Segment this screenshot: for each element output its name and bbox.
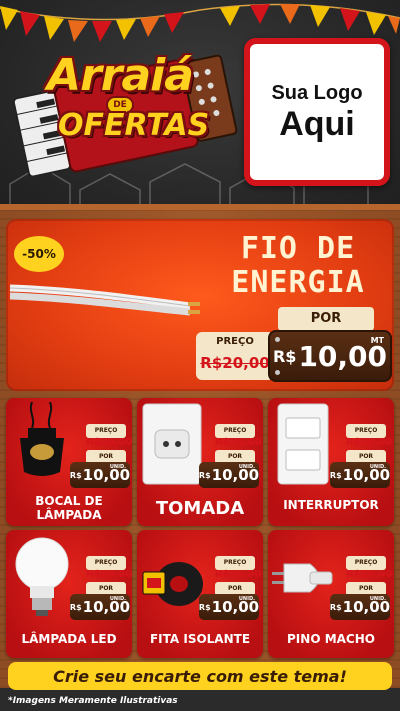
- outlet-image: [142, 403, 202, 485]
- product-card-pino-macho[interactable]: PREÇO R$20,00 POR R$ 10,00 UNID. PINO MA…: [268, 530, 394, 658]
- nail-icon: [275, 337, 280, 342]
- header-title-main: Arraiá: [47, 50, 194, 101]
- product-card-lampada-led[interactable]: PREÇO R$20,00 POR R$ 10,00 UNID. LÂMPADA…: [6, 530, 132, 658]
- product-name: LÂMPADA LED: [21, 632, 117, 646]
- price-plate: R$ 10,00 UNID.: [330, 594, 390, 620]
- featured-old-price: R$20,00: [200, 354, 270, 372]
- featured-old-price-block: PREÇO R$20,00: [196, 332, 274, 380]
- currency: R$: [69, 602, 82, 612]
- logo-text-line2: Aqui: [279, 104, 355, 143]
- electric-wire-image: [10, 284, 200, 316]
- old-price: R$20,00: [86, 437, 133, 448]
- currency: R$: [69, 470, 82, 480]
- old-price: R$20,00: [346, 569, 393, 580]
- unit: UNID.: [109, 464, 126, 470]
- currency: R$: [198, 602, 211, 612]
- product-name-line1: BOCAL DE: [35, 494, 103, 508]
- price-plate: R$ 10,00 UNID.: [330, 462, 390, 488]
- unit: UNID.: [238, 596, 255, 602]
- lamp-socket-image: [20, 402, 64, 476]
- product-card-interruptor[interactable]: PREÇO R$20,00 POR R$ 10,00 UNID. INTERRU…: [268, 398, 394, 526]
- old-price: R$20,00: [215, 437, 262, 448]
- nail-icon: [275, 370, 280, 375]
- product-name: TOMADA: [155, 498, 245, 519]
- featured-unit: MT: [370, 336, 384, 345]
- product-name: FITA ISOLANTE: [149, 632, 251, 646]
- featured-preco-label: PREÇO: [216, 336, 254, 347]
- currency: R$: [198, 470, 211, 480]
- header: Arraiá DE OFERTAS Sua Logo Aqui: [0, 0, 400, 214]
- product-card-tomada[interactable]: PREÇO R$20,00 POR R$ 10,00 UNID. TOMADA: [137, 398, 263, 526]
- product-card-fita-isolante[interactable]: PREÇO R$20,00 POR R$ 10,00 UNID. FITA IS…: [137, 530, 263, 658]
- featured-title-line2: ENERGIA: [231, 265, 365, 300]
- insulating-tape-image: [142, 562, 203, 606]
- product-name: PINO MACHO: [287, 632, 375, 646]
- price-plate: R$ 10,00 UNID.: [70, 462, 130, 488]
- unit: UNID.: [369, 464, 386, 470]
- logo-placeholder: Sua Logo Aqui: [244, 38, 390, 186]
- product-card-bocal[interactable]: PREÇO R$20,00 POR R$ 10,00 UNID. BOCAL D…: [6, 398, 132, 526]
- disclaimer-text: *Imagens Meramente Ilustrativas: [8, 696, 178, 706]
- logo-text-line1: Sua Logo: [271, 81, 363, 104]
- old-price: R$20,00: [346, 437, 393, 448]
- featured-price-plate: R$ 10,00 MT: [268, 330, 392, 382]
- unit: UNID.: [109, 596, 126, 602]
- old-price: R$20,00: [215, 569, 262, 580]
- featured-product-title: FIO DE ENERGIA: [200, 232, 396, 300]
- led-bulb-image: [15, 537, 69, 616]
- price-plate: R$ 10,00 UNID.: [199, 594, 259, 620]
- currency: R$: [329, 602, 342, 612]
- featured-por-label: POR: [278, 307, 374, 331]
- product-name: INTERRUPTOR: [283, 498, 379, 512]
- price-plate: R$ 10,00 UNID.: [70, 594, 130, 620]
- product-name-line2: LÂMPADA: [36, 508, 102, 522]
- product-name: BOCAL DE LÂMPADA: [6, 494, 132, 522]
- price-plate: R$ 10,00 UNID.: [199, 462, 259, 488]
- unit: UNID.: [238, 464, 255, 470]
- unit: UNID.: [369, 596, 386, 602]
- discount-badge: -50%: [14, 236, 64, 272]
- header-title-sub: OFERTAS: [58, 108, 210, 143]
- cta-banner[interactable]: Crie seu encarte com este tema!: [8, 662, 392, 690]
- old-price: R$20,00: [86, 569, 133, 580]
- plug-image: [272, 563, 333, 593]
- light-switch-image: [277, 403, 329, 485]
- featured-currency: R$: [272, 346, 297, 366]
- currency: R$: [329, 470, 342, 480]
- featured-title-line1: FIO DE: [240, 231, 356, 266]
